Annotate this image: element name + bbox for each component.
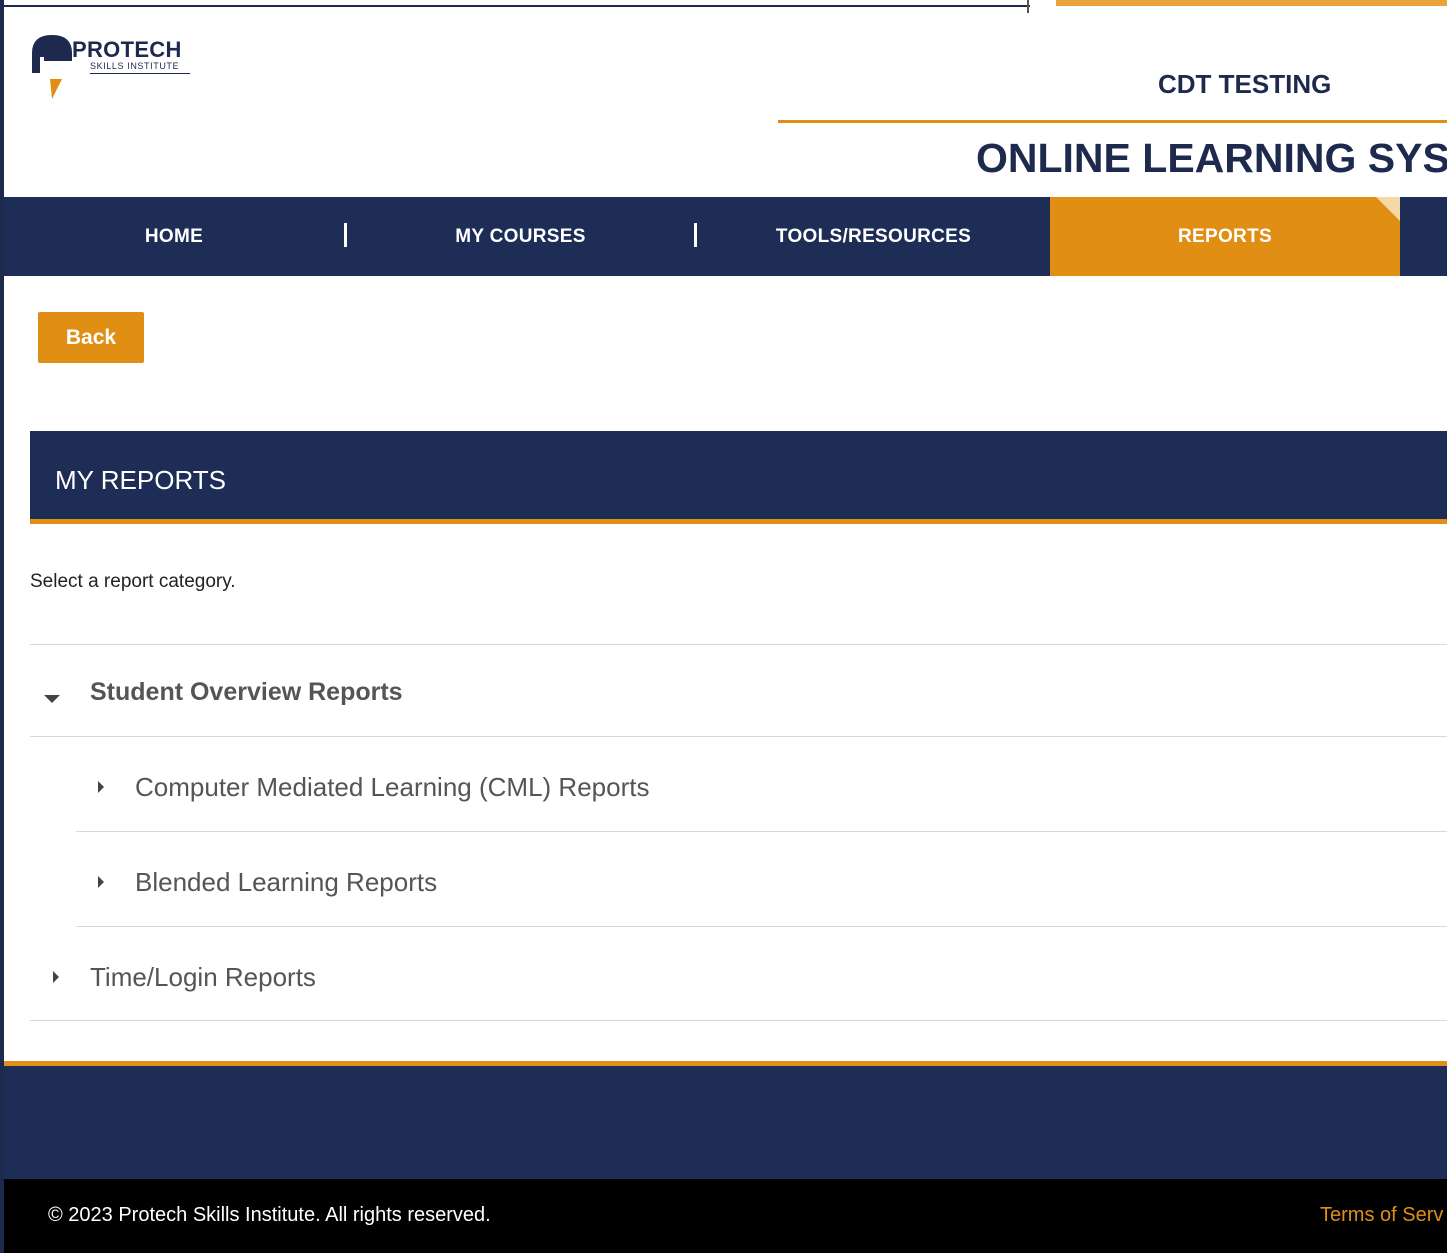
divider: [76, 926, 1447, 927]
site-header: PROTECH SKILLS INSTITUTE CDT TESTING ONL…: [4, 13, 1447, 197]
main-nav: HOME MY COURSES TOOLS/RESOURCES REPORTS: [4, 197, 1447, 276]
logo-subtitle: SKILLS INSTITUTE: [90, 61, 180, 71]
logo-wordmark-tech: TECH: [120, 37, 182, 62]
nav-tools-resources[interactable]: TOOLS/RESOURCES: [697, 197, 1050, 276]
category-label: Time/Login Reports: [90, 961, 316, 992]
category-student-overview[interactable]: Student Overview Reports: [44, 672, 403, 712]
copyright: © 2023 Protech Skills Institute. All rig…: [48, 1204, 491, 1226]
header-divider: [778, 120, 1447, 123]
subcategory-blended-reports[interactable]: Blended Learning Reports: [98, 862, 437, 902]
divider: [30, 644, 1447, 645]
org-name: CDT TESTING: [1158, 69, 1332, 99]
nav-home[interactable]: HOME: [4, 197, 344, 276]
site-footer: © 2023 Protech Skills Institute. All rig…: [4, 1179, 1447, 1253]
category-time-login[interactable]: Time/Login Reports: [53, 957, 316, 997]
terms-of-service-link[interactable]: Terms of Serv: [1320, 1204, 1443, 1227]
nav-reports[interactable]: REPORTS: [1050, 197, 1400, 276]
subcategory-label: Computer Mediated Learning (CML) Reports: [135, 771, 650, 802]
protech-logo[interactable]: PROTECH SKILLS INSTITUTE: [28, 31, 198, 105]
footer-band: [4, 1061, 1447, 1181]
logo-wordmark-pro: PRO: [72, 37, 121, 62]
reports-header: MY REPORTS: [30, 431, 1447, 524]
logo-wordmark: PROTECH: [72, 37, 182, 63]
reports-prompt: Select a report category.: [30, 571, 236, 592]
logo-underline: [90, 73, 190, 74]
divider: [30, 1020, 1447, 1021]
caret-right-icon: [53, 971, 90, 983]
subcategory-cml-reports[interactable]: Computer Mediated Learning (CML) Reports: [98, 767, 649, 807]
reports-title: MY REPORTS: [55, 465, 226, 495]
nav-reports-label: REPORTS: [1178, 225, 1272, 247]
back-button[interactable]: Back: [38, 312, 144, 363]
divider: [30, 736, 1447, 737]
system-title: ONLINE LEARNING SYST: [976, 135, 1447, 181]
caret-down-icon: [44, 681, 90, 703]
browser-page: PROTECH SKILLS INSTITUTE CDT TESTING ONL…: [4, 13, 1447, 1253]
subcategory-label: Blended Learning Reports: [135, 866, 438, 897]
nav-active-fold: [1376, 197, 1400, 221]
logo-mark-icon: [32, 35, 72, 99]
caret-right-icon: [98, 876, 135, 888]
background-window-edge: [0, 5, 1030, 7]
caret-right-icon: [98, 781, 135, 793]
divider: [76, 831, 1447, 832]
category-label: Student Overview Reports: [90, 677, 403, 706]
background-window-edge: [1027, 0, 1029, 14]
background-window-edge: [1056, 0, 1447, 6]
nav-my-courses[interactable]: MY COURSES: [347, 197, 694, 276]
